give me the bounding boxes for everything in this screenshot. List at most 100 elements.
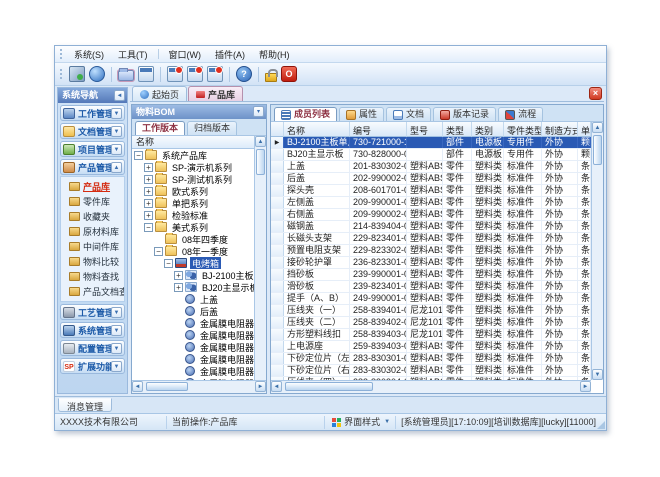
chevron-down-icon[interactable]: ▼ (111, 325, 122, 336)
window-manage-icon[interactable] (138, 66, 154, 82)
table-row[interactable]: 滑砂板239-823401-00E塑料ABS零件塑料类标准件外协条 (271, 281, 591, 293)
tree-node[interactable]: +检验标准 (132, 209, 254, 221)
tab-工作版本[interactable]: 工作版本 (135, 121, 185, 135)
collapse-arrow-icon[interactable]: ◄ (114, 90, 125, 101)
tree-node[interactable]: 金属膜电阻器 (132, 341, 254, 353)
table-row[interactable]: 下砂定位片（左）283-830301-00E塑料ABS零件塑料类标准件外协条 (271, 353, 591, 365)
scroll-thumb[interactable] (146, 382, 188, 391)
sidebar-item[interactable]: 产品文档查找 (61, 284, 124, 299)
chevron-down-icon[interactable]: ▼ (111, 144, 122, 155)
chevron-down-icon[interactable]: ▼ (111, 108, 122, 119)
scroll-right-icon[interactable]: ► (255, 381, 266, 392)
sidebar-item[interactable]: 收藏夹 (61, 209, 124, 224)
column-header-单位[interactable]: 单位 (578, 122, 591, 137)
plugin-badge-icon[interactable] (207, 66, 223, 82)
sidebar-section-extend[interactable]: SP扩展功能▼ (60, 358, 125, 374)
menu-item[interactable]: 工具(T) (111, 46, 155, 63)
column-header-编号[interactable]: 编号 (350, 122, 407, 137)
scroll-thumb[interactable] (593, 135, 602, 165)
scroll-left-icon[interactable]: ◄ (271, 381, 282, 392)
scroll-thumb[interactable] (285, 382, 373, 391)
menu-item[interactable]: 帮助(H) (252, 46, 297, 63)
collapse-icon[interactable]: − (164, 259, 173, 268)
table-row[interactable]: 长磁头支架229-823401-00E塑料ABS零件塑料类标准件外协条 (271, 233, 591, 245)
tree-node[interactable]: +单把系列 (132, 197, 254, 209)
tab-流程[interactable]: 流程 (498, 107, 543, 121)
table-row[interactable]: 预置电阻支架229-823302-00E塑料ABS零件塑料类标准件外协条 (271, 245, 591, 257)
drag-handle[interactable] (60, 49, 63, 59)
tree-node[interactable]: +SP-演示机系列 (132, 161, 254, 173)
column-header-类别[interactable]: 类别 (472, 122, 504, 137)
sidebar-item[interactable]: 中间件库 (61, 239, 124, 254)
column-header-类型[interactable]: 类型 (443, 122, 472, 137)
tree-node[interactable]: +BJ20主显示板 (132, 281, 254, 293)
tree-vertical-scrollbar[interactable]: ▲ (254, 136, 266, 380)
tree-column-header[interactable]: 名称 (132, 136, 266, 149)
table-row[interactable]: 压线夹（二）258-839402-00E尼龙1010零件塑料类标准件外协条 (271, 317, 591, 329)
expand-icon[interactable]: + (144, 187, 153, 196)
table-row[interactable]: 下砂定位片（右）283-830302-00E塑料ABS零件塑料类标准件外协条 (271, 365, 591, 377)
drag-handle[interactable] (60, 69, 63, 79)
mail-badge-icon[interactable] (167, 66, 183, 82)
scroll-left-icon[interactable]: ◄ (132, 381, 143, 392)
sidebar-item[interactable]: 物料查找 (61, 269, 124, 284)
table-row[interactable]: 提手（A、B）249-990001-01E塑料ABS零件塑料类标准件外协条 (271, 293, 591, 305)
chevron-down-icon[interactable]: ▼ (111, 343, 122, 354)
tree-node[interactable]: +SP-测试机系列 (132, 173, 254, 185)
sidebar-section-process[interactable]: 工艺管理▼ (60, 304, 125, 320)
tree-node[interactable]: 金属膜电阻器 (132, 329, 254, 341)
tree-node[interactable]: −系统产品库 (132, 149, 254, 161)
tree-node[interactable]: −电烤箱 (132, 257, 254, 269)
chevron-up-icon[interactable]: ▲ (111, 162, 122, 173)
scroll-down-icon[interactable]: ▼ (592, 369, 603, 380)
scroll-right-icon[interactable]: ► (580, 381, 591, 392)
sidebar-section-product[interactable]: 产品管理▲ (60, 159, 125, 175)
sidebar-section-project[interactable]: 项目管理▼ (60, 141, 125, 157)
tree-node[interactable]: +欧式系列 (132, 185, 254, 197)
tree-node[interactable]: 后盖 (132, 305, 254, 317)
table-row[interactable]: 右侧盖209-990002-01E塑料ABS零件塑料类标准件外协条 (271, 209, 591, 221)
table-row[interactable]: 压线夹（一）258-839401-00E尼龙1010零件塑料类标准件外协条 (271, 305, 591, 317)
expand-icon[interactable]: + (144, 163, 153, 172)
sidebar-item[interactable]: 原材料库 (61, 224, 124, 239)
lock-icon[interactable] (265, 73, 277, 82)
scroll-thumb[interactable] (256, 149, 265, 175)
sidebar-section-config[interactable]: 配置管理▼ (60, 340, 125, 356)
table-row[interactable]: 上盖201-830302-00E塑料ABS零件塑料类标准件外协条 (271, 161, 591, 173)
pin-icon[interactable]: ▾ (253, 106, 264, 117)
folder-open-icon[interactable] (118, 70, 134, 81)
collapse-icon[interactable]: − (134, 151, 143, 160)
table-row[interactable]: 接砂轮护罩236-823301-00E塑料ABS零件塑料类标准件外协条 (271, 257, 591, 269)
tab-产品库[interactable]: 产品库 (188, 86, 243, 101)
table-row[interactable]: 后盖202-990002-01E塑料ABS零件塑料类标准件外协条 (271, 173, 591, 185)
table-row[interactable]: 左侧盖209-990001-01E塑料ABS零件塑料类标准件外协条 (271, 197, 591, 209)
column-header-制造方式[interactable]: 制造方式 (542, 122, 578, 137)
sidebar-section-system[interactable]: 系统管理▼ (60, 322, 125, 338)
menu-item[interactable]: 窗口(W) (162, 46, 209, 63)
table-row[interactable]: 探头壳208-601701-01E塑料ABS零件塑料类标准件外协条 (271, 185, 591, 197)
expand-icon[interactable]: + (144, 199, 153, 208)
tree-node[interactable]: 金属膜电阻器 (132, 365, 254, 377)
expand-icon[interactable]: + (144, 211, 153, 220)
tree-node[interactable]: +BJ-2100主板单点 (132, 269, 254, 281)
tab-成员列表[interactable]: 成员列表 (274, 107, 337, 121)
tree-node[interactable]: 上盖 (132, 293, 254, 305)
column-header-型号[interactable]: 型号 (407, 122, 443, 137)
sidebar-section-document[interactable]: 文档管理▼ (60, 123, 125, 139)
menu-item[interactable]: 系统(S) (67, 46, 111, 63)
scroll-up-icon[interactable]: ▲ (592, 122, 603, 133)
help-icon[interactable] (236, 66, 252, 82)
chevron-down-icon[interactable]: ▼ (111, 126, 122, 137)
tab-message-manager[interactable]: 消息管理 (58, 398, 112, 412)
tab-归档版本[interactable]: 归档版本 (187, 121, 237, 135)
sidebar-section-work[interactable]: 工作管理▼ (60, 105, 125, 121)
table-row[interactable]: 上电源座259-839403-00E塑料ABS零件塑料类标准件外协条 (271, 341, 591, 353)
chevron-down-icon[interactable]: ▼ (111, 307, 122, 318)
table-vertical-scrollbar[interactable]: ▲ ▼ (591, 122, 603, 380)
tree-node[interactable]: −08年一季度 (132, 245, 254, 257)
tree-node[interactable]: 金属膜电阻器 (132, 317, 254, 329)
expand-icon[interactable]: + (174, 271, 183, 280)
web-icon[interactable] (89, 66, 105, 82)
chevron-down-icon[interactable]: ▼ (111, 361, 122, 372)
tree-horizontal-scrollbar[interactable]: ◄ ► (132, 380, 266, 393)
